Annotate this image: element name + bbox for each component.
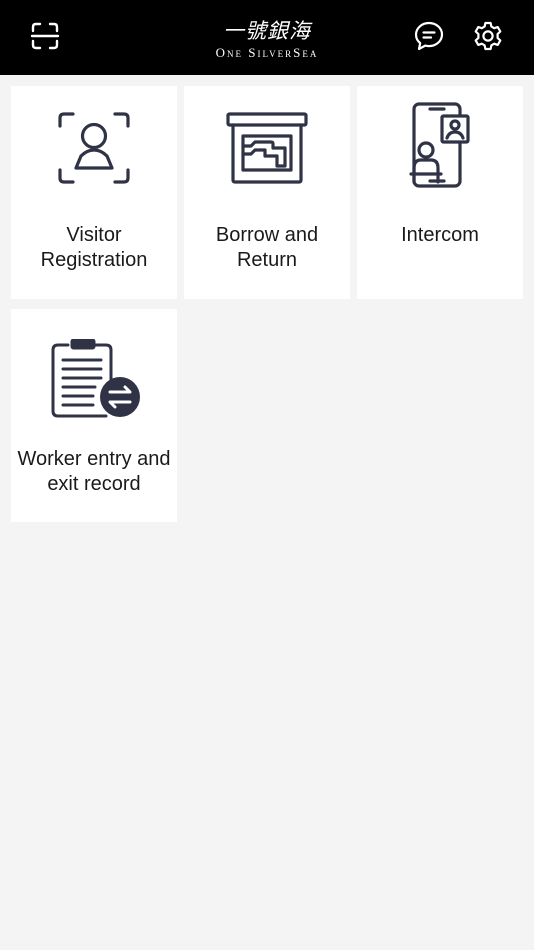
- card-icon-wrap: [11, 339, 177, 439]
- card-icon-wrap: [184, 110, 350, 210]
- borrow-return-card[interactable]: Borrow and Return: [184, 86, 350, 299]
- worker-entry-exit-label: Worker entry and exit record: [17, 448, 171, 495]
- clipboard-transfer-icon: [51, 339, 140, 418]
- visitor-registration-card[interactable]: Visitor Registration: [11, 86, 177, 299]
- video-intercom-icon: [409, 102, 470, 188]
- intercom-label: Intercom: [401, 224, 479, 246]
- card-icon-wrap: [11, 110, 177, 210]
- top-bar: 一號銀海 One SilverSea: [0, 0, 534, 75]
- messages-button[interactable]: [409, 16, 449, 56]
- chat-bubble-icon: [414, 21, 444, 51]
- settings-button[interactable]: [468, 16, 508, 56]
- visitor-registration-label: Visitor Registration: [40, 224, 148, 271]
- worker-entry-exit-card[interactable]: Worker entry and exit record: [11, 309, 177, 522]
- scan-button[interactable]: [25, 16, 65, 56]
- logo-english: One SilverSea: [215, 45, 319, 60]
- card-icon-wrap: [357, 100, 523, 200]
- borrow-return-label: Borrow and Return: [215, 224, 319, 271]
- gear-icon: [474, 21, 502, 51]
- visitor-id-icon: [58, 112, 130, 184]
- scan-icon: [30, 22, 60, 50]
- storage-box-icon: [226, 112, 308, 184]
- intercom-card[interactable]: Intercom: [357, 86, 523, 299]
- logo-chinese: 一號銀海: [223, 19, 311, 43]
- brand-logo: 一號銀海 One SilverSea: [167, 20, 367, 66]
